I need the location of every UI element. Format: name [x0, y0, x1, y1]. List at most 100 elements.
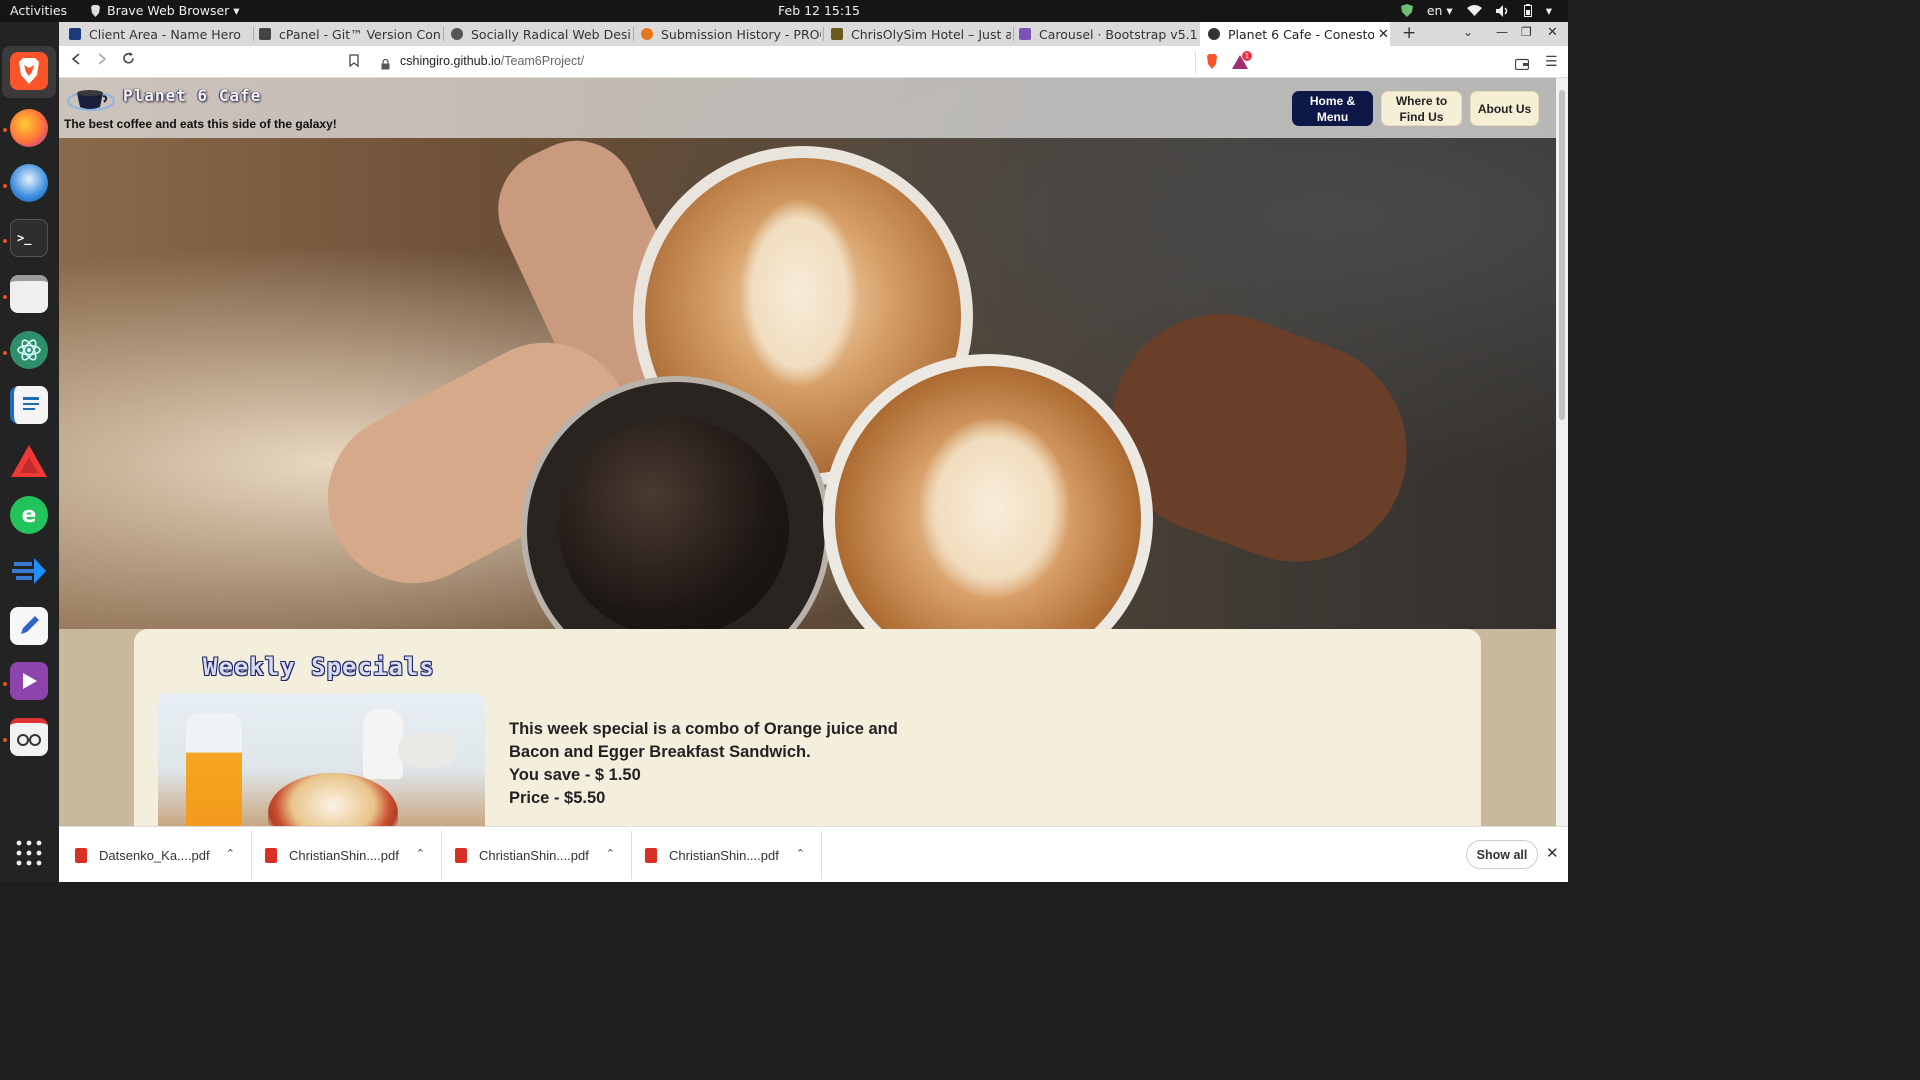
- nav-where-to-find-us-button[interactable]: Where to Find Us: [1381, 91, 1462, 126]
- orange-juice-bottle: [186, 713, 242, 826]
- tab-cpanel-git[interactable]: cPanel - Git™ Version Control: [259, 22, 441, 46]
- back-icon[interactable]: [71, 53, 81, 69]
- address-bar-row: cshingiro.github.io/Team6Project/ 1 ☰: [59, 46, 1568, 78]
- nav-about-us-button[interactable]: About Us: [1470, 91, 1539, 126]
- special-description: This week special is a combo of Orange j…: [509, 720, 898, 761]
- page-scrollbar[interactable]: [1556, 78, 1568, 826]
- activities-button[interactable]: Activities: [10, 3, 67, 18]
- tab-separator: [253, 27, 254, 41]
- menu-icon[interactable]: ☰: [1545, 54, 1558, 70]
- firefox-icon[interactable]: [10, 109, 48, 147]
- divider: [1195, 51, 1196, 73]
- chevron-up-icon[interactable]: ⌃: [606, 847, 615, 860]
- volume-icon[interactable]: [1495, 4, 1510, 17]
- vivaldi-icon[interactable]: [10, 442, 48, 480]
- site-brand[interactable]: Planet 6 Cafe: [123, 86, 261, 105]
- tab-search-icon[interactable]: ⌄: [1463, 25, 1473, 39]
- running-indicator: [3, 682, 7, 686]
- close-tab-icon[interactable]: ✕: [1378, 27, 1389, 42]
- salt-shaker: [398, 733, 458, 767]
- pdf-file-icon: [645, 847, 657, 863]
- close-download-bar-icon[interactable]: ✕: [1546, 844, 1559, 862]
- nav-label-line1: Home &: [1309, 93, 1356, 108]
- video-player-icon[interactable]: [10, 662, 48, 700]
- tab-chrisolysim-hotel[interactable]: ChrisOlySim Hotel – Just and: [831, 22, 1011, 46]
- download-bar: Datsenko_Ka....pdf ⌃ ChristianShin....pd…: [59, 826, 1568, 882]
- tab-title: ChrisOlySim Hotel – Just and: [851, 26, 1011, 42]
- url-field[interactable]: cshingiro.github.io/Team6Project/: [400, 54, 584, 68]
- files-icon[interactable]: [10, 275, 48, 313]
- tab-socially-radical[interactable]: Socially Radical Web Design: [451, 22, 631, 46]
- show-all-downloads-button[interactable]: Show all: [1466, 840, 1538, 869]
- tab-title: Client Area - Name Hero: [89, 26, 241, 42]
- tab-client-area[interactable]: Client Area - Name Hero: [69, 22, 249, 46]
- text-editor-icon[interactable]: [10, 607, 48, 645]
- download-filename: Datsenko_Ka....pdf: [99, 847, 210, 863]
- tab-favicon-icon: [1208, 28, 1220, 40]
- nav-home-menu-button[interactable]: Home & Menu: [1292, 91, 1373, 126]
- tab-planet-6-cafe[interactable]: Planet 6 Cafe - Conestoga ✕: [1200, 22, 1390, 46]
- tab-separator: [823, 27, 824, 41]
- clock[interactable]: Feb 12 15:15: [778, 3, 860, 18]
- app-menu[interactable]: Brave Web Browser ▾: [90, 3, 240, 18]
- atom-icon[interactable]: [10, 331, 48, 369]
- pdf-file-icon: [265, 847, 277, 863]
- tab-title: Carousel · Bootstrap v5.1: [1039, 26, 1198, 42]
- language-selector[interactable]: en ▾: [1427, 3, 1453, 18]
- brave-icon[interactable]: [10, 52, 48, 90]
- tab-title: Planet 6 Cafe - Conestoga: [1228, 26, 1374, 42]
- system-top-bar: Activities Brave Web Browser ▾ Feb 12 15…: [0, 0, 1568, 22]
- download-item[interactable]: ChristianShin....pdf ⌃: [629, 827, 819, 883]
- download-item[interactable]: Datsenko_Ka....pdf ⌃: [59, 827, 249, 883]
- app-grid-icon[interactable]: [16, 840, 42, 866]
- libreoffice-writer-icon[interactable]: [10, 386, 48, 424]
- site-tagline: The best coffee and eats this side of th…: [64, 117, 337, 131]
- hero-coffee-image: [59, 78, 1556, 629]
- site-header: Planet 6 Cafe The best coffee and eats t…: [59, 78, 1556, 138]
- specials-heading: Weekly Specials: [203, 653, 435, 681]
- evernote-icon[interactable]: e: [10, 496, 48, 534]
- chevron-up-icon[interactable]: ⌃: [416, 847, 425, 860]
- tab-favicon-icon: [1019, 28, 1031, 40]
- new-tab-button[interactable]: +: [1402, 23, 1416, 43]
- terminal-icon[interactable]: >_: [10, 219, 48, 257]
- forward-icon[interactable]: [97, 53, 107, 69]
- app-menu-label: Brave Web Browser ▾: [107, 3, 240, 18]
- wallet-icon[interactable]: [1514, 55, 1530, 74]
- tab-favicon-icon: [641, 28, 653, 40]
- thunderbird-icon[interactable]: [10, 164, 48, 202]
- shield-tray-icon[interactable]: [1400, 4, 1413, 17]
- bookmark-icon[interactable]: [349, 54, 359, 71]
- power-menu-icon[interactable]: ▾: [1546, 3, 1552, 18]
- download-item[interactable]: ChristianShin....pdf ⌃: [439, 827, 629, 883]
- tab-favicon-icon: [259, 28, 271, 40]
- scrollbar-thumb[interactable]: [1559, 90, 1565, 420]
- wifi-icon[interactable]: [1466, 5, 1482, 16]
- running-indicator: [3, 351, 7, 355]
- coffee-cup-logo-icon[interactable]: [67, 85, 115, 113]
- maximize-icon[interactable]: ❐: [1521, 25, 1532, 39]
- divider: [821, 831, 822, 879]
- reload-icon[interactable]: [122, 52, 135, 69]
- minimize-icon[interactable]: —: [1496, 25, 1508, 39]
- tab-favicon-icon: [69, 28, 81, 40]
- battery-icon[interactable]: [1523, 4, 1532, 17]
- download-item[interactable]: ChristianShin....pdf ⌃: [249, 827, 439, 883]
- document-viewer-icon[interactable]: [10, 718, 48, 756]
- chevron-up-icon[interactable]: ⌃: [226, 847, 235, 860]
- tab-separator: [633, 27, 634, 41]
- close-window-icon[interactable]: ✕: [1547, 25, 1558, 40]
- brave-small-icon: [91, 4, 100, 17]
- system-tray[interactable]: en ▾ ▾: [1400, 3, 1552, 18]
- tab-bootstrap-carousel[interactable]: Carousel · Bootstrap v5.1: [1019, 22, 1199, 46]
- lock-icon[interactable]: [381, 55, 390, 74]
- download-filename: ChristianShin....pdf: [669, 847, 779, 863]
- url-host: cshingiro.github.io: [400, 54, 501, 68]
- running-indicator: [3, 128, 7, 132]
- tab-submission-history[interactable]: Submission History - PROG18: [641, 22, 821, 46]
- azure-data-studio-icon[interactable]: [10, 552, 48, 590]
- brave-shields-icon[interactable]: [1205, 53, 1219, 74]
- download-filename: ChristianShin....pdf: [289, 847, 399, 863]
- chevron-up-icon[interactable]: ⌃: [796, 847, 805, 860]
- latte-art-bottom: [919, 418, 1069, 598]
